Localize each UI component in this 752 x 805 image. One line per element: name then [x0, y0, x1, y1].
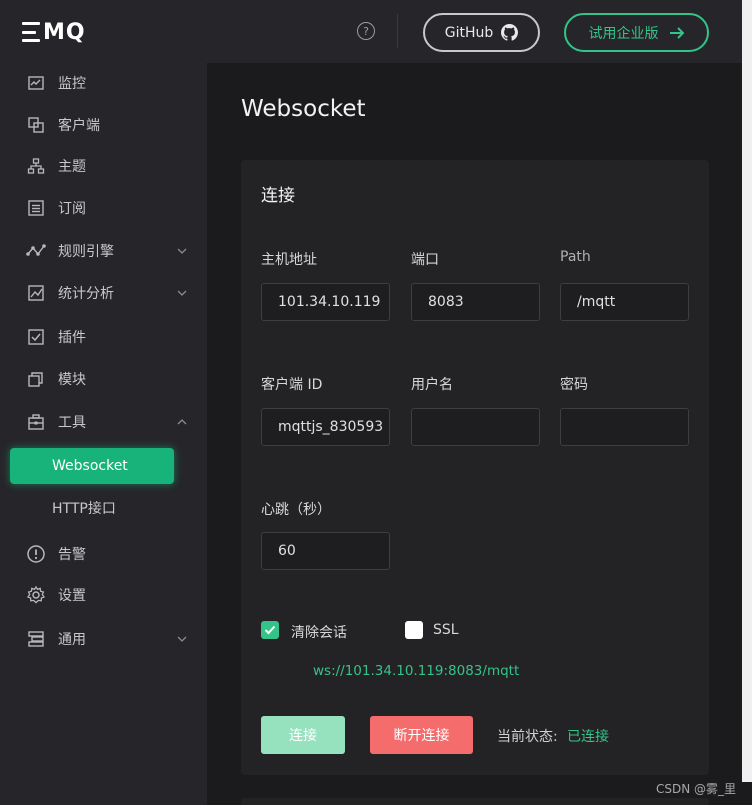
sidebar-item-general[interactable]: 通用	[0, 619, 207, 659]
sidebar-item-clients[interactable]: 客户端	[0, 105, 207, 145]
arrow-right-icon	[669, 26, 684, 39]
ssl-label: SSL	[433, 622, 459, 638]
sidebar-item-rule-engine[interactable]: 规则引擎	[0, 231, 207, 271]
sidebar-item-alarm[interactable]: 告警	[0, 534, 207, 574]
watermark: CSDN @雾_里	[655, 782, 736, 796]
chevron-up-icon	[177, 419, 187, 425]
connect-button[interactable]: 连接	[261, 716, 345, 754]
clean-session-label: 清除会话	[291, 625, 347, 641]
ws-url-text: ws://101.34.10.119:8083/mqtt	[313, 663, 520, 679]
sidebar-item-label: 告警	[58, 547, 86, 563]
ssl-checkbox[interactable]	[405, 621, 423, 639]
general-icon	[26, 629, 46, 649]
try-enterprise-button[interactable]: 试用企业版	[564, 13, 709, 52]
gear-icon	[26, 585, 46, 605]
plugins-icon	[26, 327, 46, 347]
logo-text: MQ	[43, 19, 86, 45]
sidebar-item-label: 工具	[58, 415, 86, 431]
subscriptions-icon	[26, 198, 46, 218]
tools-icon	[26, 412, 46, 432]
clients-icon	[26, 115, 46, 135]
sidebar-subitem-http-api[interactable]: HTTP接口	[10, 490, 174, 526]
keepalive-label: 心跳（秒）	[261, 502, 331, 518]
page-title: Websocket	[241, 96, 366, 122]
sidebar-item-label: 插件	[58, 330, 86, 346]
topics-icon	[26, 156, 46, 176]
logo-mark	[22, 22, 40, 42]
host-label: 主机地址	[261, 252, 317, 268]
sidebar-item-label: 设置	[58, 588, 86, 604]
sidebar-item-modules[interactable]: 模块	[0, 359, 207, 399]
sidebar: MQ 监控 客户端 主题 订阅 规则引擎 统计分析 插件 模块 工具 Webso…	[0, 0, 207, 805]
disconnect-button[interactable]: 断开连接	[370, 716, 473, 754]
monitor-icon	[26, 73, 46, 93]
github-button-label: GitHub	[444, 24, 494, 41]
chevron-down-icon	[177, 248, 187, 254]
sidebar-item-label: 通用	[58, 632, 86, 648]
sidebar-item-label: 订阅	[58, 201, 86, 217]
port-label: 端口	[411, 252, 439, 268]
next-card-edge	[241, 798, 709, 805]
check-icon	[264, 625, 276, 635]
sidebar-item-settings[interactable]: 设置	[0, 575, 207, 615]
sidebar-item-monitor[interactable]: 监控	[0, 63, 207, 103]
sidebar-item-label: 监控	[58, 76, 86, 92]
github-icon	[501, 24, 519, 41]
username-label: 用户名	[411, 377, 453, 393]
sidebar-item-tools[interactable]: 工具	[0, 402, 207, 442]
rule-engine-icon	[26, 241, 46, 261]
connection-card: 连接 主机地址 端口 Path 101.34.10.119 8083 /mqtt…	[241, 160, 709, 775]
port-input[interactable]: 8083	[411, 283, 540, 321]
sidebar-item-topics[interactable]: 主题	[0, 146, 207, 186]
emq-logo[interactable]: MQ	[22, 18, 86, 46]
top-header: ? GitHub 试用企业版	[207, 0, 752, 63]
sidebar-item-subscriptions[interactable]: 订阅	[0, 188, 207, 228]
sidebar-subitem-label: Websocket	[52, 458, 128, 474]
status-label: 当前状态:	[497, 729, 558, 745]
chevron-down-icon	[177, 636, 187, 642]
path-input[interactable]: /mqtt	[560, 283, 689, 321]
vertical-scrollbar[interactable]	[742, 22, 752, 782]
scrollbar-up-arrow[interactable]	[742, 0, 752, 22]
sidebar-item-label: 主题	[58, 159, 86, 175]
sidebar-item-label: 客户端	[58, 118, 100, 134]
password-label: 密码	[560, 377, 588, 393]
sidebar-subitem-websocket[interactable]: Websocket	[10, 448, 174, 484]
status-value: 已连接	[567, 729, 609, 745]
analytics-icon	[26, 283, 46, 303]
header-divider	[397, 14, 398, 48]
client-id-label: 客户端 ID	[261, 377, 323, 393]
try-enterprise-label: 试用企业版	[588, 25, 659, 42]
chevron-down-icon	[177, 290, 187, 296]
clean-session-checkbox[interactable]	[261, 621, 279, 639]
alarm-icon	[26, 544, 46, 564]
client-id-input[interactable]: mqttjs_830593	[261, 408, 390, 446]
github-button[interactable]: GitHub	[423, 13, 540, 52]
card-title: 连接	[261, 186, 295, 206]
sidebar-item-label: 统计分析	[58, 286, 114, 302]
path-label: Path	[560, 249, 591, 265]
password-input[interactable]	[560, 408, 689, 446]
modules-icon	[26, 369, 46, 389]
keepalive-input[interactable]: 60	[261, 532, 390, 570]
sidebar-subitem-label: HTTP接口	[52, 501, 116, 517]
sidebar-item-plugins[interactable]: 插件	[0, 317, 207, 357]
sidebar-item-analytics[interactable]: 统计分析	[0, 273, 207, 313]
sidebar-item-label: 规则引擎	[58, 244, 114, 260]
host-input[interactable]: 101.34.10.119	[261, 283, 390, 321]
help-icon[interactable]: ?	[357, 22, 375, 40]
sidebar-item-label: 模块	[58, 372, 86, 388]
username-input[interactable]	[411, 408, 540, 446]
